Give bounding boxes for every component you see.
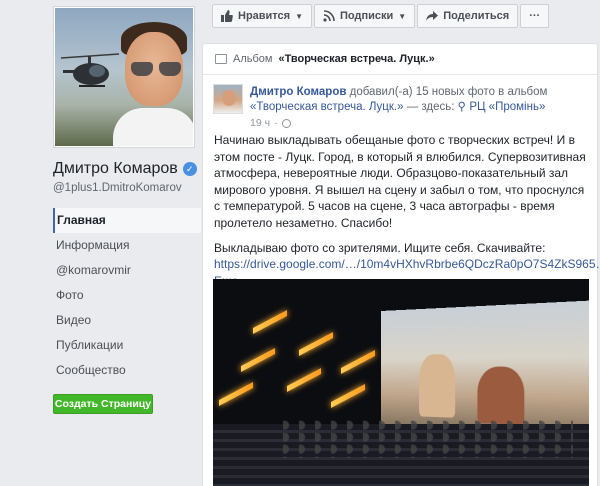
nav-item-home[interactable]: Главная bbox=[53, 208, 201, 233]
page-name-text[interactable]: Дмитро Комаров bbox=[53, 160, 178, 178]
wall-light bbox=[341, 349, 375, 375]
location-prefix: — здесь: bbox=[406, 101, 455, 113]
drive-link[interactable]: https://drive.google.com/…/10m4vHXhvRbrb… bbox=[214, 256, 600, 273]
subscribe-button-label: Подписки bbox=[340, 10, 394, 22]
album-title-link[interactable]: «Творческая встреча. Луцк.» bbox=[278, 53, 434, 65]
more-options-button[interactable]: ··· bbox=[520, 4, 550, 28]
chevron-down-icon: ▼ bbox=[295, 11, 304, 21]
audience bbox=[283, 418, 573, 458]
subscribe-button[interactable]: Подписки ▼ bbox=[314, 4, 416, 28]
post-card: Альбом «Творческая встреча. Луцк.» Дмитр… bbox=[202, 43, 600, 486]
wall-light bbox=[253, 309, 287, 335]
album-header: Альбом «Творческая встреча. Луцк.» bbox=[203, 44, 597, 75]
location-pin-icon: ⚲ bbox=[457, 101, 467, 113]
rss-icon bbox=[323, 10, 335, 22]
dot-separator: · bbox=[274, 117, 278, 129]
nav-item-community[interactable]: Сообщество bbox=[53, 358, 201, 383]
profile-photo[interactable] bbox=[53, 6, 195, 148]
person-shirt bbox=[113, 108, 193, 146]
chevron-down-icon: ▼ bbox=[398, 11, 407, 21]
like-button[interactable]: Нравится ▼ bbox=[212, 4, 313, 28]
globe-icon[interactable] bbox=[281, 118, 291, 128]
page-handle[interactable]: @1plus1.DmitroKomarov bbox=[53, 182, 182, 194]
album-prefix: Альбом bbox=[233, 53, 273, 65]
share-button-label: Поделиться bbox=[443, 10, 510, 22]
post-photo[interactable] bbox=[213, 279, 589, 486]
nav-item-photos[interactable]: Фото bbox=[53, 283, 201, 308]
nav-item-videos[interactable]: Видео bbox=[53, 308, 201, 333]
helicopter-image bbox=[61, 53, 119, 87]
page-title[interactable]: Дмитро Комаров ✓ bbox=[53, 160, 197, 178]
nav-item-komarovmir[interactable]: @komarovmir bbox=[53, 258, 201, 283]
location-link[interactable]: РЦ «Промінь» bbox=[469, 101, 545, 113]
post-meta: 19 ч · bbox=[250, 117, 291, 129]
share-button[interactable]: Поделиться bbox=[417, 4, 519, 28]
wall-light bbox=[331, 383, 365, 409]
create-page-button[interactable]: Создать Страницу bbox=[53, 394, 153, 414]
wall-light bbox=[241, 347, 275, 373]
post-author-line: Дмитро Комаров добавил(-а) 15 новых фото… bbox=[250, 85, 590, 115]
post-paragraph-2: Выкладываю фото со зрителями. Ищите себя… bbox=[214, 240, 546, 255]
post-timestamp[interactable]: 19 ч bbox=[250, 117, 270, 129]
author-link[interactable]: Дмитро Комаров bbox=[250, 86, 346, 98]
more-dots-icon: ··· bbox=[529, 10, 541, 22]
wall-light bbox=[299, 331, 333, 357]
post-paragraph-1: Начинаю выкладывать обещаные фото с твор… bbox=[214, 133, 586, 230]
action-text: добавил(-а) 15 новых фото в альбом bbox=[349, 86, 548, 98]
post-body: Начинаю выкладывать обещаные фото с твор… bbox=[214, 132, 600, 289]
verified-check-icon: ✓ bbox=[182, 162, 197, 176]
avatar[interactable] bbox=[213, 84, 243, 114]
album-icon bbox=[215, 54, 227, 64]
album-link[interactable]: «Творческая встреча. Луцк.» bbox=[250, 101, 404, 113]
share-arrow-icon bbox=[426, 10, 439, 22]
nav-item-info[interactable]: Информация bbox=[53, 233, 201, 258]
wall-light bbox=[219, 381, 253, 407]
like-button-label: Нравится bbox=[238, 10, 291, 22]
wall-light bbox=[287, 367, 321, 393]
nav-item-posts[interactable]: Публикации bbox=[53, 333, 201, 358]
profile-photo-image bbox=[55, 8, 193, 146]
thumbs-up-icon bbox=[221, 10, 233, 22]
left-nav: Главная Информация @komarovmir Фото Виде… bbox=[53, 208, 201, 383]
page-action-bar: Нравится ▼ Подписки ▼ Поделиться ··· bbox=[212, 4, 550, 28]
sunglasses bbox=[131, 62, 181, 76]
